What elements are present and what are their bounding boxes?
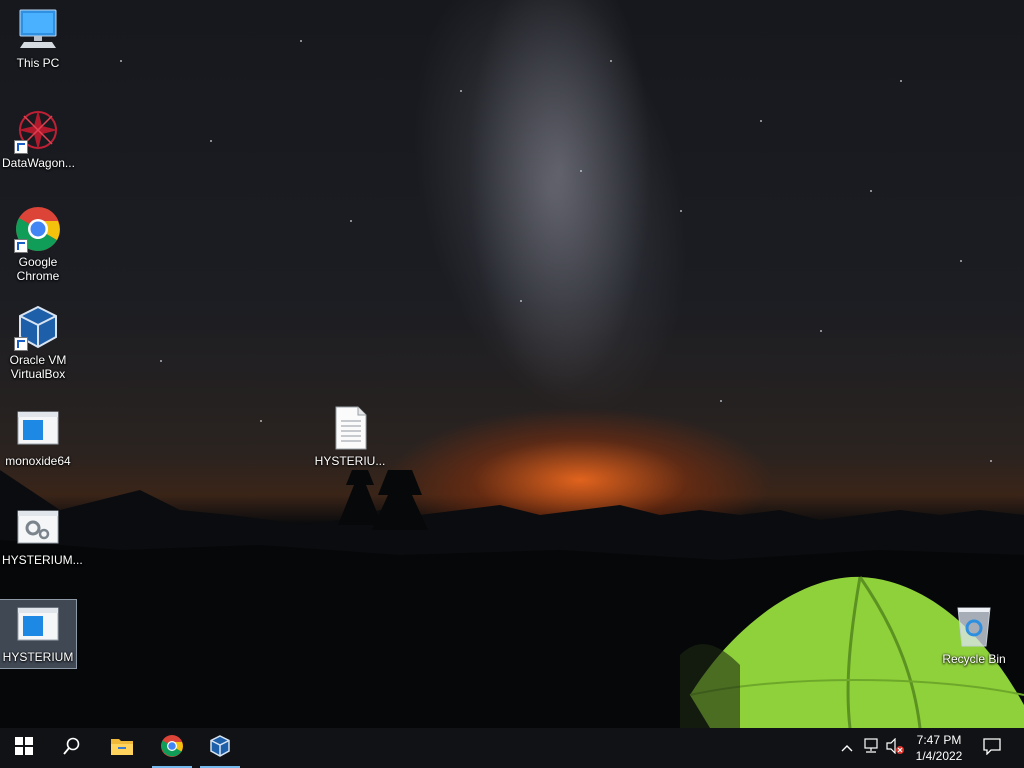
desktop-icon-label: HYSTERIUM (2, 650, 74, 664)
milky-way (368, 0, 732, 445)
datawagon-icon (14, 106, 62, 154)
virtualbox-icon (208, 734, 232, 763)
app-window-icon (14, 404, 62, 452)
notification-icon (983, 737, 1001, 760)
desktop-icon-hysterium[interactable]: HYSTERIUM (0, 599, 77, 669)
text-document-icon (326, 404, 374, 452)
search-button[interactable] (48, 728, 96, 768)
shortcut-arrow-icon (14, 337, 28, 351)
clock-time: 7:47 PM (916, 733, 962, 747)
volume-tray-button[interactable] (884, 728, 906, 768)
shortcut-arrow-icon (14, 239, 28, 253)
desktop-icon-hysterium-document[interactable]: HYSTERIU... (312, 404, 388, 468)
clock-date: 1/4/2022 (915, 749, 963, 763)
action-center-button[interactable] (976, 728, 1008, 768)
desktop-icon-label: This PC (16, 56, 60, 70)
folder-icon (110, 736, 134, 761)
desktop-icon-this-pc[interactable]: This PC (0, 6, 76, 70)
start-button[interactable] (0, 728, 48, 768)
chrome-icon (160, 734, 184, 763)
desktop-icon-label: HYSTERIUM... (2, 553, 83, 567)
desktop-icon-recycle-bin[interactable]: Recycle Bin (936, 602, 1012, 666)
desktop-wallpaper (0, 0, 1024, 728)
desktop-icon-label: Google Chrome (16, 255, 60, 283)
taskbar-file-explorer[interactable] (98, 728, 146, 768)
desktop-icon-label: DataWagon... (2, 156, 75, 170)
search-icon (63, 737, 81, 760)
app-window-icon (14, 600, 62, 648)
show-hidden-icons-button[interactable] (836, 728, 858, 768)
shortcut-arrow-icon (14, 140, 28, 154)
desktop-icon-label: HYSTERIU... (314, 454, 386, 468)
desktop-icon-hysterium-settings[interactable]: HYSTERIUM... (0, 503, 83, 567)
network-icon (862, 737, 880, 759)
network-tray-button[interactable] (860, 728, 882, 768)
desktop-icon-monoxide64[interactable]: monoxide64 (0, 404, 76, 468)
computer-icon (14, 6, 62, 54)
desktop-icon-label: monoxide64 (5, 454, 71, 468)
desktop-icon-datawagon[interactable]: DataWagon... (0, 106, 76, 170)
settings-app-icon (14, 503, 62, 551)
taskbar-virtualbox[interactable] (196, 728, 244, 768)
desktop-icon-label: Oracle VM VirtualBox (9, 353, 67, 381)
chevron-up-icon (841, 739, 853, 757)
taskbar-clock[interactable]: 7:47 PM 1/4/2022 (904, 728, 974, 768)
desktop-icon-label: Recycle Bin (942, 652, 1006, 666)
desktop-icon-oracle-vm-virtualbox[interactable]: Oracle VM VirtualBox (0, 303, 76, 381)
volume-muted-icon (886, 737, 904, 759)
taskbar: 7:47 PM 1/4/2022 (0, 728, 1024, 768)
windows-start-icon (15, 736, 33, 760)
chrome-icon (14, 205, 62, 253)
virtualbox-icon (14, 303, 62, 351)
desktop-icon-google-chrome[interactable]: Google Chrome (0, 205, 76, 283)
taskbar-chrome[interactable] (148, 728, 196, 768)
recycle-bin-icon (950, 602, 998, 650)
